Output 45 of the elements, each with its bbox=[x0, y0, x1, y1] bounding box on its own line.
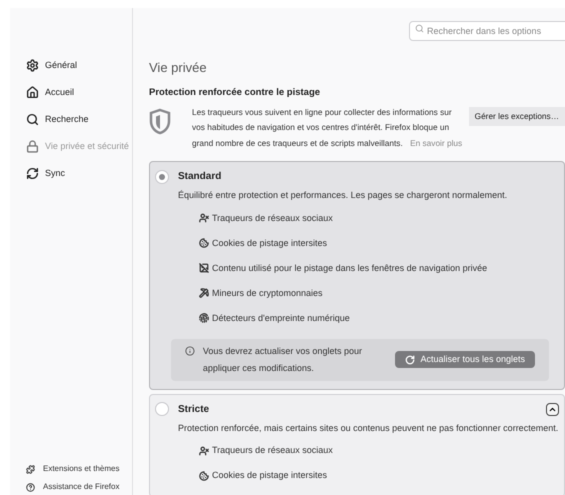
shield-icon bbox=[149, 108, 171, 135]
tracker-label: Mineurs de cryptomonnaies bbox=[212, 286, 323, 300]
notice-text: Vous devrez actualiser vos onglets pour appliquer ces modifications. bbox=[202, 344, 363, 375]
option-title: Standard bbox=[178, 170, 222, 184]
tracker-label: Cookies de pistage intersites bbox=[212, 236, 328, 250]
home-icon bbox=[26, 86, 39, 99]
search-field[interactable]: Rechercher dans les options bbox=[409, 21, 565, 41]
tracker-label: Détecteurs d'empreinte numérique bbox=[212, 312, 350, 325]
search-icon bbox=[415, 24, 424, 33]
reload-tabs-button[interactable]: Actualiser tous les onglets bbox=[395, 351, 535, 368]
sidebar-item[interactable]: Sync bbox=[26, 166, 132, 181]
help-icon bbox=[26, 482, 35, 492]
sidebar-item[interactable]: Accueil bbox=[26, 85, 132, 100]
tracker-label: Cookies de pistage intersites bbox=[212, 469, 328, 482]
option-description: Équilibré entre protection et performances. Les pages se chargeront normalement. bbox=[178, 189, 508, 202]
search-icon bbox=[26, 113, 39, 126]
tracker-label: Traqueurs de réseaux sociaux bbox=[212, 444, 333, 457]
sidebar-item[interactable]: Recherche bbox=[26, 112, 132, 127]
radio-button[interactable] bbox=[155, 402, 169, 416]
reload-icon bbox=[405, 354, 416, 365]
page-title: Vie privée bbox=[149, 59, 208, 77]
collapse-button[interactable] bbox=[546, 402, 559, 416]
tracker-label: Contenu utilisé pour le pistage dans les fenêtres de navigation privée bbox=[212, 262, 488, 275]
cookie-icon bbox=[199, 238, 209, 248]
info-icon bbox=[185, 346, 195, 356]
option-title: Stricte bbox=[178, 402, 210, 417]
sync-icon bbox=[26, 167, 39, 180]
sidebar-link[interactable]: Assistance de Firefox bbox=[26, 481, 132, 493]
section-description: Les traqueurs vous suivent en ligne pour collecter des informations sur vos habitudes de navigation et vos centres d'intérêt. Firefox bloque un grand nombre de ces traqueurs et de scripts malveillants. En savoir plus bbox=[192, 106, 464, 150]
image-crossed-icon bbox=[199, 263, 209, 274]
person-crossed-icon bbox=[199, 213, 209, 224]
lock-icon bbox=[26, 140, 39, 153]
pickaxe-icon bbox=[199, 288, 209, 298]
fingerprint-icon bbox=[199, 313, 209, 324]
option-description: Protection renforcée, mais certains sites ou contenus peuvent ne pas fonctionner correctement. bbox=[178, 422, 559, 435]
sidebar-item[interactable]: Général bbox=[26, 58, 132, 73]
section-heading: Protection renforcée contre le pistage bbox=[149, 86, 322, 100]
manage-exceptions-button[interactable]: Gérer les exceptions… bbox=[468, 106, 565, 126]
tracker-label: Traqueurs de réseaux sociaux bbox=[212, 212, 333, 225]
gear-icon bbox=[26, 59, 39, 72]
person-crossed-icon bbox=[199, 446, 209, 456]
radio-button[interactable] bbox=[155, 170, 169, 184]
puzzle-icon bbox=[26, 464, 35, 474]
cookie-icon bbox=[199, 470, 209, 481]
sidebar-link[interactable]: Extensions et thèmes bbox=[26, 463, 132, 475]
